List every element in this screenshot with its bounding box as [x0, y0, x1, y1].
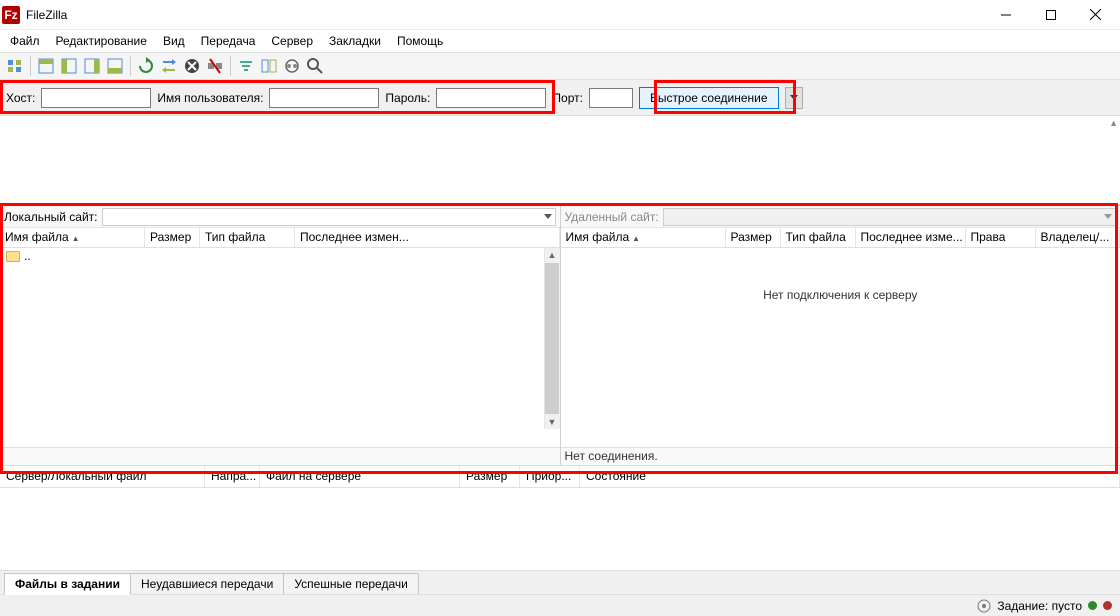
sync-browse-icon[interactable]: [281, 55, 303, 77]
remote-col-owner[interactable]: Владелец/...: [1036, 228, 1120, 247]
queue-status-label: Задание: пусто: [997, 599, 1082, 613]
local-site-combo[interactable]: [102, 208, 556, 226]
menu-edit[interactable]: Редактирование: [48, 31, 155, 51]
remote-col-name[interactable]: Имя файла▲: [561, 228, 726, 247]
remote-col-permissions[interactable]: Права: [966, 228, 1036, 247]
remote-panel: Удаленный сайт: Имя файла▲ Размер Тип фа…: [561, 206, 1120, 465]
remote-site-path-bar: Удаленный сайт:: [561, 206, 1120, 228]
process-queue-icon[interactable]: [158, 55, 180, 77]
port-label: Порт:: [552, 91, 583, 105]
queue-col-remotefile[interactable]: Файл на сервере: [260, 466, 460, 487]
password-input[interactable]: [436, 88, 546, 108]
remote-col-type[interactable]: Тип файла: [781, 228, 856, 247]
menu-server[interactable]: Сервер: [263, 31, 321, 51]
quickconnect-dropdown[interactable]: [785, 87, 803, 109]
list-item-updir[interactable]: ..: [0, 248, 560, 264]
local-scrollbar[interactable]: ▲ ▼: [544, 248, 560, 429]
menubar: Файл Редактирование Вид Передача Сервер …: [0, 30, 1120, 52]
queue-col-status[interactable]: Состояние: [580, 466, 1120, 487]
sitemanager-icon[interactable]: [4, 55, 26, 77]
queue-col-priority[interactable]: Приор...: [520, 466, 580, 487]
quickconnect-bar: Хост: Имя пользователя: Пароль: Порт: Бы…: [0, 80, 1120, 116]
local-site-path-bar: Локальный сайт:: [0, 206, 560, 228]
queue-indicator-icon: [977, 599, 991, 613]
local-col-modified[interactable]: Последнее измен...: [295, 228, 560, 247]
disconnect-icon[interactable]: [204, 55, 226, 77]
local-panel: Локальный сайт: Имя файла▲ Размер Тип фа…: [0, 206, 561, 465]
quickconnect-button-label: Быстрое соединение: [650, 91, 768, 105]
toggle-queue-icon[interactable]: [104, 55, 126, 77]
queue-header: Сервер/Локальный файл Напра... Файл на с…: [0, 466, 1120, 488]
updir-label: ..: [24, 249, 31, 263]
queue-tabs: Файлы в задании Неудавшиеся передачи Усп…: [0, 570, 1120, 594]
toolbar-sep: [30, 56, 31, 76]
host-label: Хост:: [6, 91, 35, 105]
remote-site-label: Удаленный сайт:: [565, 210, 659, 224]
remote-col-modified[interactable]: Последнее изме...: [856, 228, 966, 247]
maximize-button[interactable]: [1028, 1, 1073, 29]
tab-successful-transfers[interactable]: Успешные передачи: [283, 573, 419, 594]
search-icon[interactable]: [304, 55, 326, 77]
local-footer: [0, 447, 560, 465]
scrollbar-thumb[interactable]: [545, 263, 559, 414]
titlebar: Fz FileZilla: [0, 0, 1120, 30]
toggle-local-tree-icon[interactable]: [58, 55, 80, 77]
app-title: FileZilla: [26, 8, 983, 22]
port-input[interactable]: [589, 88, 633, 108]
user-label: Имя пользователя:: [157, 91, 263, 105]
message-log[interactable]: ▲: [0, 116, 1120, 206]
toolbar-sep: [230, 56, 231, 76]
queue-list[interactable]: [0, 488, 1120, 570]
close-button[interactable]: [1073, 1, 1118, 29]
tab-queued-files[interactable]: Файлы в задании: [4, 573, 131, 595]
toggle-log-icon[interactable]: [35, 55, 57, 77]
no-connection-message: Нет подключения к серверу: [561, 288, 1120, 302]
local-col-type[interactable]: Тип файла: [200, 228, 295, 247]
status-dot-green: [1088, 601, 1097, 610]
local-col-name[interactable]: Имя файла▲: [0, 228, 145, 247]
menu-transfer[interactable]: Передача: [193, 31, 264, 51]
scroll-up-icon[interactable]: ▲: [546, 248, 559, 262]
menu-file[interactable]: Файл: [2, 31, 48, 51]
toggle-remote-tree-icon[interactable]: [81, 55, 103, 77]
status-bar: Задание: пусто: [0, 594, 1120, 616]
scroll-up-icon[interactable]: ▲: [1109, 118, 1118, 128]
folder-icon: [6, 251, 20, 262]
local-list-header: Имя файла▲ Размер Тип файла Последнее из…: [0, 228, 560, 248]
local-col-size[interactable]: Размер: [145, 228, 200, 247]
status-dot-red: [1103, 601, 1112, 610]
menu-view[interactable]: Вид: [155, 31, 193, 51]
tab-failed-transfers[interactable]: Неудавшиеся передачи: [130, 573, 284, 594]
username-input[interactable]: [269, 88, 379, 108]
pass-label: Пароль:: [385, 91, 430, 105]
remote-footer: Нет соединения.: [561, 447, 1120, 465]
refresh-icon[interactable]: [135, 55, 157, 77]
app-logo: Fz: [2, 6, 20, 24]
remote-list-header: Имя файла▲ Размер Тип файла Последнее из…: [561, 228, 1120, 248]
scroll-down-icon[interactable]: ▼: [546, 415, 559, 429]
toolbar: [0, 52, 1120, 80]
queue-col-size[interactable]: Размер: [460, 466, 520, 487]
remote-col-size[interactable]: Размер: [726, 228, 781, 247]
host-input[interactable]: [41, 88, 151, 108]
quickconnect-button[interactable]: Быстрое соединение: [639, 87, 779, 109]
compare-icon[interactable]: [258, 55, 280, 77]
local-site-label: Локальный сайт:: [4, 210, 98, 224]
toolbar-sep: [130, 56, 131, 76]
menu-bookmarks[interactable]: Закладки: [321, 31, 389, 51]
filter-icon[interactable]: [235, 55, 257, 77]
minimize-button[interactable]: [983, 1, 1028, 29]
local-file-list[interactable]: .. ▲ ▼: [0, 248, 560, 447]
queue-col-server[interactable]: Сервер/Локальный файл: [0, 466, 205, 487]
remote-site-combo[interactable]: [663, 208, 1116, 226]
queue-col-direction[interactable]: Напра...: [205, 466, 260, 487]
sites-container: Локальный сайт: Имя файла▲ Размер Тип фа…: [0, 206, 1120, 466]
cancel-icon[interactable]: [181, 55, 203, 77]
remote-file-list[interactable]: Нет подключения к серверу: [561, 248, 1120, 447]
menu-help[interactable]: Помощь: [389, 31, 451, 51]
